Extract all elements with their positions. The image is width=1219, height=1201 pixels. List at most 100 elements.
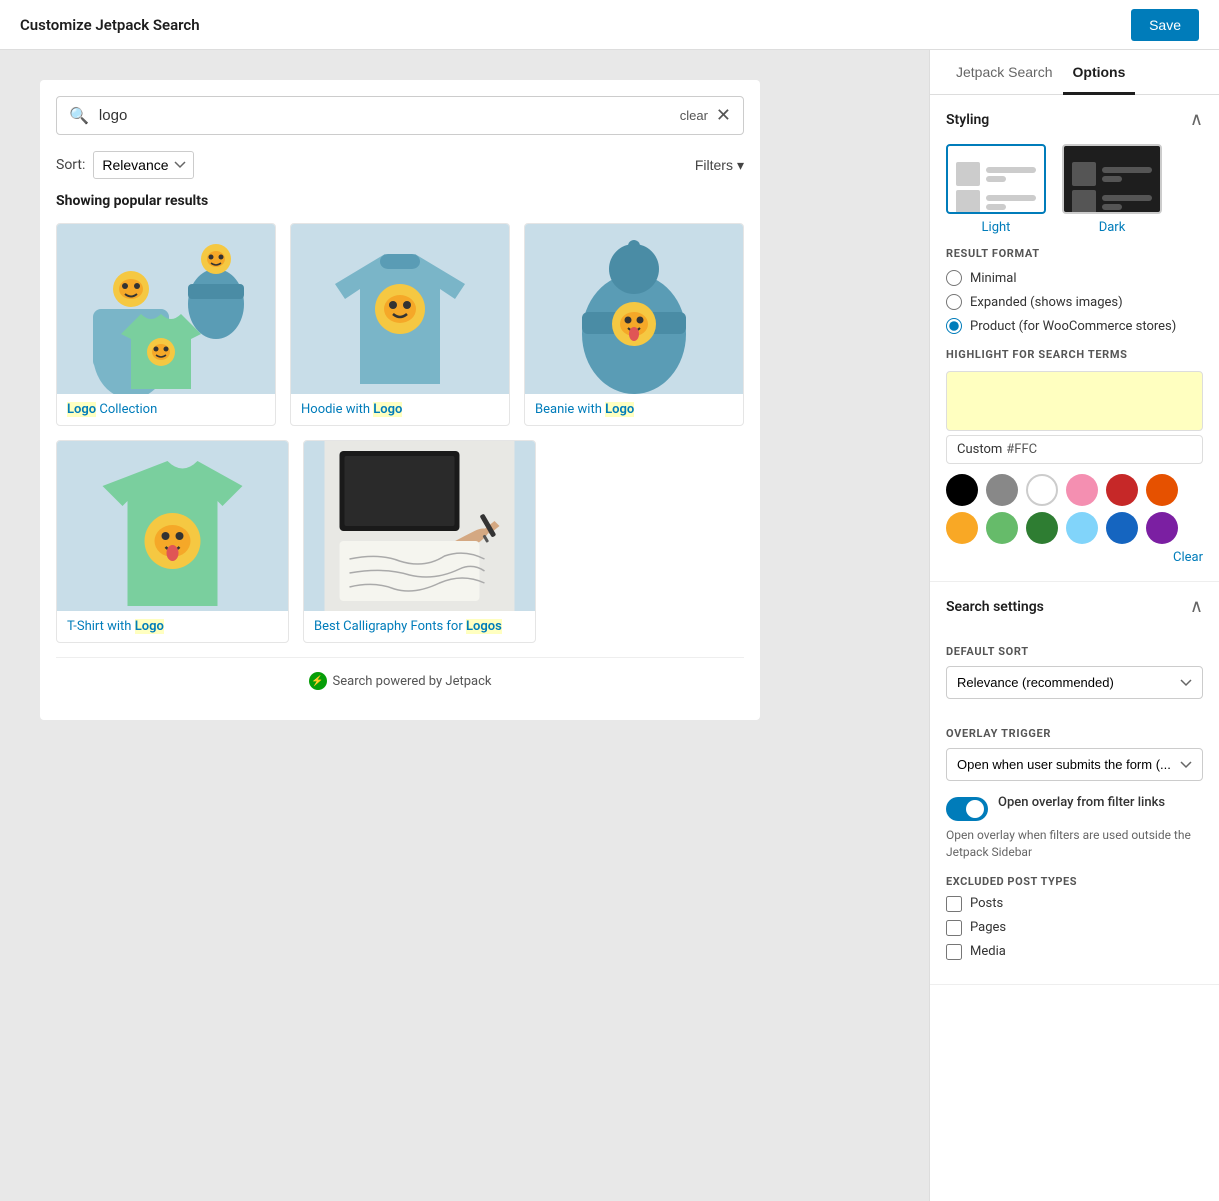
swatch-blue[interactable] bbox=[1106, 512, 1138, 544]
style-option-light[interactable]: Light bbox=[946, 144, 1046, 235]
product-card[interactable]: Hoodie with Logo bbox=[290, 223, 510, 426]
search-footer: Search powered by Jetpack bbox=[56, 657, 744, 704]
overlay-filter-desc: Open overlay when filters are used outsi… bbox=[946, 827, 1203, 861]
swatch-black[interactable] bbox=[946, 474, 978, 506]
swatch-green[interactable] bbox=[1026, 512, 1058, 544]
swatch-purple[interactable] bbox=[1146, 512, 1178, 544]
right-panel: Jetpack Search Options Styling ∧ bbox=[929, 50, 1219, 1201]
search-settings-section: Search settings ∧ DEFAULT SORT Relevance… bbox=[930, 582, 1219, 985]
product-card[interactable]: Best Calligraphy Fonts for Logos bbox=[303, 440, 536, 643]
highlight-hex: #FFC bbox=[1006, 442, 1037, 457]
swatch-orange[interactable] bbox=[1146, 474, 1178, 506]
format-minimal-radio[interactable] bbox=[946, 270, 962, 286]
product-card[interactable]: Beanie with Logo bbox=[524, 223, 744, 426]
product-name: T-Shirt with Logo bbox=[57, 611, 288, 642]
product-grid-row2: T-Shirt with Logo bbox=[56, 440, 536, 643]
swatch-red[interactable] bbox=[1106, 474, 1138, 506]
chevron-up-icon: ∧ bbox=[1190, 109, 1203, 130]
overlay-filter-toggle[interactable] bbox=[946, 797, 988, 821]
result-format-label: RESULT FORMAT bbox=[946, 247, 1203, 260]
default-sort-label: DEFAULT SORT bbox=[946, 645, 1203, 658]
filters-button[interactable]: Filters ▾ bbox=[695, 157, 744, 174]
format-product-label: Product (for WooCommerce stores) bbox=[970, 319, 1176, 334]
style-option-dark[interactable]: Dark bbox=[1062, 144, 1162, 235]
highlight-text: Logo bbox=[67, 402, 96, 417]
overlay-trigger-label: OVERLAY TRIGGER bbox=[946, 727, 1203, 740]
highlight-color-swatch[interactable] bbox=[946, 371, 1203, 431]
highlight-label-row: Custom #FFC bbox=[946, 435, 1203, 464]
dark-theme-thumb bbox=[1062, 144, 1162, 214]
styling-section-title: Styling bbox=[946, 112, 989, 128]
highlight-text: Logo bbox=[373, 402, 402, 417]
exclude-media-checkbox[interactable] bbox=[946, 944, 962, 960]
clear-color-link[interactable]: Clear bbox=[946, 550, 1203, 565]
product-grid-row1: Logo Collection bbox=[56, 223, 744, 426]
swatch-light-blue[interactable] bbox=[1066, 512, 1098, 544]
format-minimal[interactable]: Minimal bbox=[946, 270, 1203, 286]
default-sort-select[interactable]: Relevance (recommended) Newest Oldest bbox=[946, 666, 1203, 699]
product-name: Logo Collection bbox=[57, 394, 275, 425]
exclude-posts-row: Posts bbox=[946, 896, 1203, 912]
jetpack-logo-icon bbox=[309, 672, 327, 690]
color-swatches bbox=[946, 474, 1203, 506]
swatch-white[interactable] bbox=[1026, 474, 1058, 506]
product-name: Beanie with Logo bbox=[525, 394, 743, 425]
footer-text: Search powered by Jetpack bbox=[333, 674, 492, 689]
result-format-group: Minimal Expanded (shows images) Product … bbox=[946, 270, 1203, 334]
search-input[interactable] bbox=[99, 107, 680, 124]
format-product[interactable]: Product (for WooCommerce stores) bbox=[946, 318, 1203, 334]
search-icon: 🔍 bbox=[69, 106, 89, 125]
highlight-text: Logo bbox=[605, 402, 634, 417]
product-image bbox=[525, 224, 743, 394]
styling-section-header[interactable]: Styling ∧ bbox=[930, 95, 1219, 144]
product-name: Hoodie with Logo bbox=[291, 394, 509, 425]
swatch-gray[interactable] bbox=[986, 474, 1018, 506]
dark-label[interactable]: Dark bbox=[1062, 220, 1162, 235]
sort-select[interactable]: Relevance Newest Oldest bbox=[93, 151, 194, 179]
exclude-media-label: Media bbox=[970, 944, 1006, 959]
page-title: Customize Jetpack Search bbox=[20, 16, 200, 34]
overlay-filter-label: Open overlay from filter links bbox=[998, 795, 1165, 810]
product-image bbox=[57, 224, 275, 394]
tab-jetpack-search[interactable]: Jetpack Search bbox=[946, 50, 1063, 95]
highlight-text: Logo bbox=[135, 619, 164, 634]
search-settings-header[interactable]: Search settings ∧ bbox=[930, 582, 1219, 631]
save-button[interactable]: Save bbox=[1131, 9, 1199, 41]
overlay-filter-toggle-row: Open overlay from filter links bbox=[946, 795, 1203, 821]
styling-section-body: Light bbox=[930, 144, 1219, 581]
sort-label: Sort: bbox=[56, 157, 85, 173]
results-container: 🔍 clear ✕ Sort: Relevance Newest Oldest … bbox=[40, 80, 760, 720]
format-product-radio[interactable] bbox=[946, 318, 962, 334]
excluded-label: Excluded post types bbox=[946, 875, 1203, 888]
popular-results-label: Showing popular results bbox=[56, 193, 744, 209]
exclude-pages-row: Pages bbox=[946, 920, 1203, 936]
tab-options[interactable]: Options bbox=[1063, 50, 1136, 95]
exclude-pages-checkbox[interactable] bbox=[946, 920, 962, 936]
panel-tabs: Jetpack Search Options bbox=[930, 50, 1219, 95]
light-theme-thumb bbox=[946, 144, 1046, 214]
preview-area: 🔍 clear ✕ Sort: Relevance Newest Oldest … bbox=[0, 50, 929, 1201]
search-settings-title: Search settings bbox=[946, 599, 1044, 615]
light-label[interactable]: Light bbox=[946, 220, 1046, 235]
swatch-pink[interactable] bbox=[1066, 474, 1098, 506]
format-expanded-label: Expanded (shows images) bbox=[970, 295, 1123, 310]
overlay-trigger-select[interactable]: Open when user submits the form (... Ope… bbox=[946, 748, 1203, 781]
product-name: Best Calligraphy Fonts for Logos bbox=[304, 611, 535, 642]
product-card[interactable]: T-Shirt with Logo bbox=[56, 440, 289, 643]
format-expanded-radio[interactable] bbox=[946, 294, 962, 310]
exclude-media-row: Media bbox=[946, 944, 1203, 960]
exclude-posts-checkbox[interactable] bbox=[946, 896, 962, 912]
exclude-posts-label: Posts bbox=[970, 896, 1003, 911]
color-swatches-row2 bbox=[946, 512, 1203, 544]
clear-search-button[interactable]: clear bbox=[680, 108, 708, 123]
product-image bbox=[291, 224, 509, 394]
close-search-button[interactable]: ✕ bbox=[716, 105, 731, 126]
product-card[interactable]: Logo Collection bbox=[56, 223, 276, 426]
toggle-slider bbox=[946, 797, 988, 821]
format-expanded[interactable]: Expanded (shows images) bbox=[946, 294, 1203, 310]
product-image bbox=[57, 441, 288, 611]
swatch-yellow[interactable] bbox=[946, 512, 978, 544]
filters-label: Filters bbox=[695, 157, 733, 173]
swatch-light-green[interactable] bbox=[986, 512, 1018, 544]
main-layout: 🔍 clear ✕ Sort: Relevance Newest Oldest … bbox=[0, 50, 1219, 1201]
